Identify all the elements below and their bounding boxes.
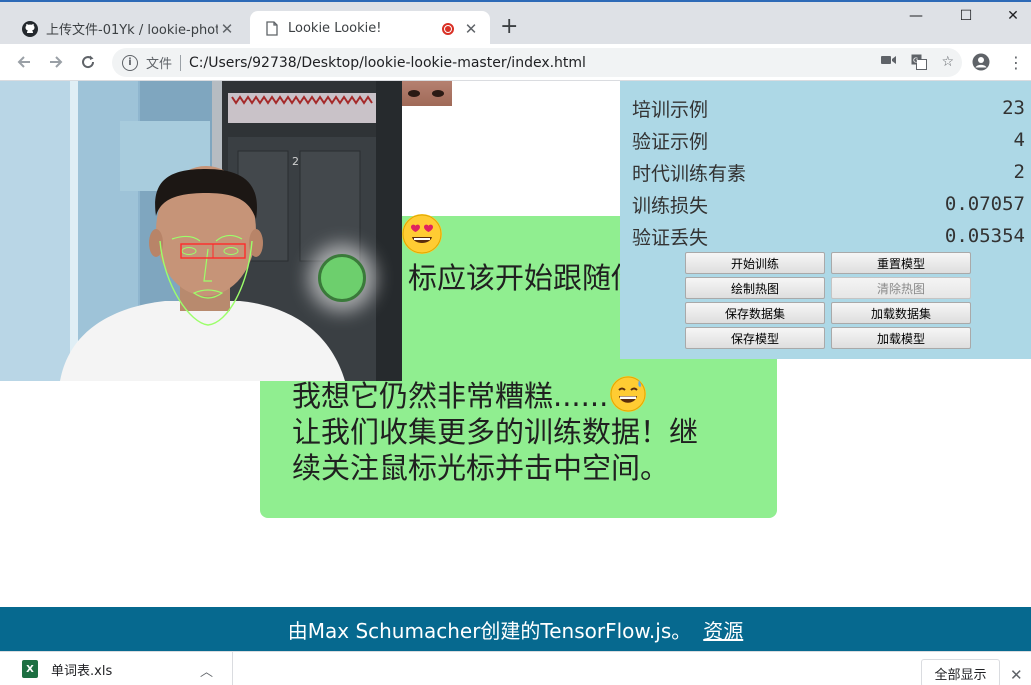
address-bar[interactable]: i 文件 C:/Users/92738/Desktop/lookie-looki… bbox=[112, 48, 962, 77]
close-icon[interactable]: ✕ bbox=[218, 20, 236, 38]
github-icon bbox=[22, 20, 38, 37]
stat-row-validation-loss: 验证丢失 0.05354 bbox=[632, 225, 1025, 249]
svg-text:G: G bbox=[913, 57, 918, 65]
training-stats-panel: 培训示例 23 验证示例 4 时代训练有素 2 训练损失 0.07057 验证丢… bbox=[620, 81, 1031, 359]
close-icon[interactable]: ✕ bbox=[1010, 666, 1023, 684]
back-icon[interactable] bbox=[12, 51, 36, 73]
page-footer: 由Max Schumacher创建的TensorFlow.js。 资源 bbox=[0, 607, 1031, 651]
info-icon[interactable]: i bbox=[122, 54, 138, 71]
url-text[interactable]: C:/Users/92738/Desktop/lookie-lookie-mas… bbox=[189, 55, 586, 71]
security-label: 文件 bbox=[146, 57, 173, 72]
stat-row-validation-examples: 验证示例 4 bbox=[632, 129, 1025, 153]
browser-toolbar: i 文件 C:/Users/92738/Desktop/lookie-looki… bbox=[0, 44, 1031, 81]
page-content: 标应该开始跟随你 我想它仍然非常糟糕...... 让我们收集更多的训练数据！继 … bbox=[0, 81, 1031, 607]
tab-title: 上传文件-01Yk / lookie-photo bbox=[46, 23, 218, 38]
footer-resources-link[interactable]: 资源 bbox=[703, 615, 743, 644]
maximize-icon[interactable]: ☐ bbox=[943, 8, 989, 24]
load-model-button[interactable]: 加载模型 bbox=[831, 327, 971, 349]
webcam-video: 2 bbox=[0, 81, 402, 381]
card-line-1: 标应该开始跟随你 bbox=[402, 214, 640, 296]
save-model-button[interactable]: 保存模型 bbox=[685, 327, 825, 349]
save-dataset-button[interactable]: 保存数据集 bbox=[685, 302, 825, 324]
bookmark-star-icon[interactable]: ☆ bbox=[941, 54, 954, 74]
tab-github[interactable]: 上传文件-01Yk / lookie-photo ✕ bbox=[8, 11, 246, 46]
tab-lookie[interactable]: Lookie Lookie! ✕ bbox=[250, 11, 490, 46]
download-file-name: 单词表.xls bbox=[51, 663, 113, 679]
heart-eyes-emoji-icon bbox=[402, 214, 442, 254]
card-line-3: 让我们收集更多的训练数据！继 bbox=[292, 415, 699, 449]
separator bbox=[180, 54, 182, 71]
page-icon bbox=[264, 21, 280, 37]
start-training-button[interactable]: 开始训练 bbox=[685, 252, 825, 274]
chevron-up-icon[interactable]: ︿ bbox=[200, 661, 213, 680]
card-line-4: 续关注鼠标光标并击中空间。 bbox=[292, 451, 670, 485]
eyes-preview-image bbox=[402, 81, 452, 106]
card-line-2: 我想它仍然非常糟糕...... bbox=[292, 376, 647, 416]
reload-icon[interactable] bbox=[76, 51, 100, 73]
new-tab-button[interactable]: + bbox=[500, 16, 518, 38]
sweat-smile-emoji-icon bbox=[610, 376, 647, 412]
close-window-icon[interactable]: ✕ bbox=[990, 8, 1031, 24]
forward-icon[interactable] bbox=[44, 51, 68, 73]
stat-row-epochs-trained: 时代训练有素 2 bbox=[632, 161, 1025, 185]
footer-text: 由Max Schumacher创建的TensorFlow.js。 bbox=[287, 618, 692, 643]
reset-model-button[interactable]: 重置模型 bbox=[831, 252, 971, 274]
download-item[interactable]: X 单词表.xls ︿ bbox=[0, 652, 233, 685]
stat-row-training-loss: 训练损失 0.07057 bbox=[632, 193, 1025, 217]
camera-icon[interactable] bbox=[881, 54, 897, 74]
menu-icon[interactable]: ⋮ bbox=[1008, 53, 1024, 72]
minimize-icon[interactable]: — bbox=[893, 8, 939, 24]
gaze-target-circle bbox=[318, 254, 366, 302]
browser-tab-bar: 上传文件-01Yk / lookie-photo ✕ Lookie Lookie… bbox=[0, 0, 1031, 46]
recording-icon bbox=[442, 22, 454, 35]
download-bar: X 单词表.xls ︿ 全部显示 ✕ bbox=[0, 651, 1031, 685]
tab-title: Lookie Lookie! bbox=[288, 21, 382, 36]
clear-heatmap-button[interactable]: 清除热图 bbox=[831, 277, 971, 299]
svg-text:2: 2 bbox=[292, 155, 299, 168]
stat-row-training-examples: 培训示例 23 bbox=[632, 97, 1025, 121]
close-icon[interactable]: ✕ bbox=[462, 20, 480, 38]
account-icon[interactable] bbox=[972, 53, 990, 75]
excel-file-icon: X bbox=[22, 660, 38, 678]
show-all-downloads-button[interactable]: 全部显示 bbox=[921, 659, 1000, 685]
translate-icon[interactable]: G bbox=[911, 54, 928, 74]
load-dataset-button[interactable]: 加载数据集 bbox=[831, 302, 971, 324]
draw-heatmap-button[interactable]: 绘制热图 bbox=[685, 277, 825, 299]
